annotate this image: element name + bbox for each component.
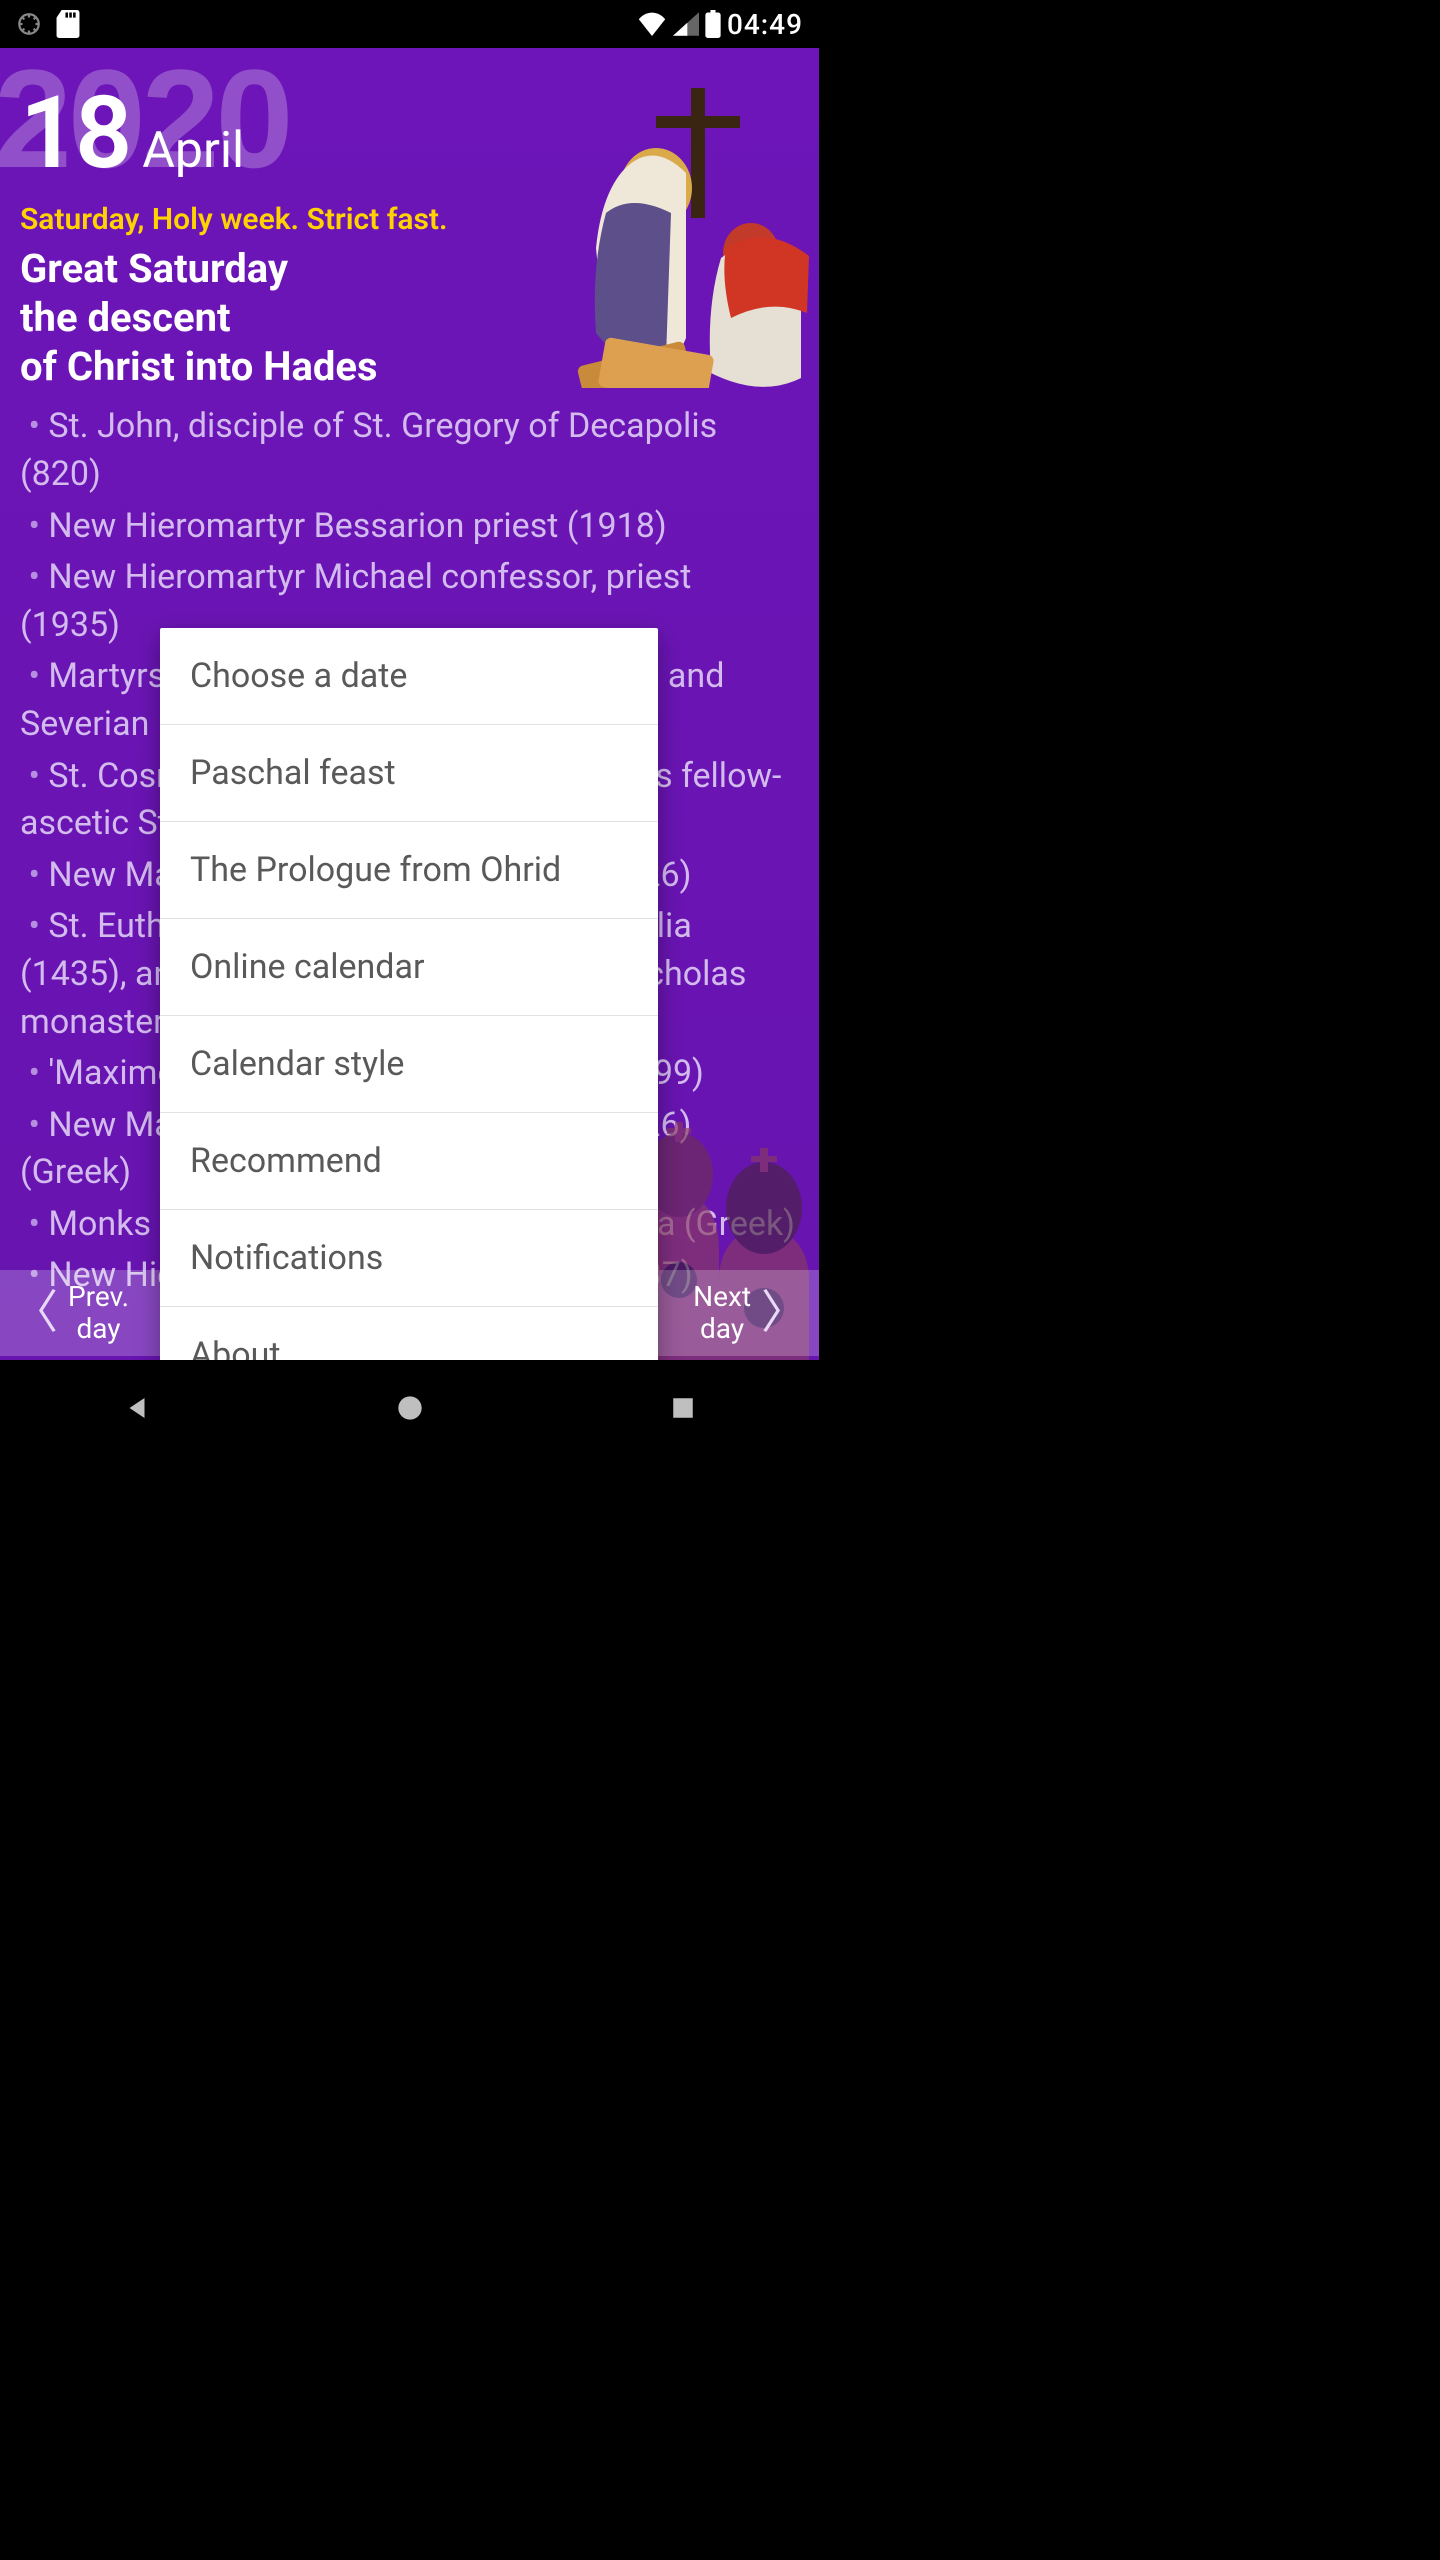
- menu-item-prologue[interactable]: The Prologue from Ohrid: [160, 822, 658, 919]
- menu-item-about[interactable]: About: [160, 1307, 658, 1360]
- battery-icon: [705, 10, 721, 38]
- status-time: 04:49: [727, 8, 803, 41]
- feast-title-line: Great Saturday: [20, 245, 799, 294]
- status-bar: 04:49: [0, 0, 819, 48]
- feast-title: Great Saturday the descent of Christ int…: [20, 245, 799, 391]
- list-item: • St. John, disciple of St. Gregory of D…: [20, 403, 799, 498]
- date-row: 18 April: [20, 84, 799, 184]
- menu-item-recommend[interactable]: Recommend: [160, 1113, 658, 1210]
- back-button[interactable]: [118, 1389, 156, 1427]
- status-left: [16, 10, 80, 38]
- home-button[interactable]: [391, 1389, 429, 1427]
- menu-item-paschal-feast[interactable]: Paschal feast: [160, 725, 658, 822]
- menu-item-calendar-style[interactable]: Calendar style: [160, 1016, 658, 1113]
- day-description: Saturday, Holy week. Strict fast.: [20, 202, 799, 237]
- menu-item-choose-date[interactable]: Choose a date: [160, 628, 658, 725]
- spinner-icon: [16, 11, 42, 37]
- feast-title-line: the descent: [20, 294, 799, 343]
- next-day-button[interactable]: Next day 〉: [649, 1270, 819, 1356]
- status-right: 04:49: [637, 8, 803, 41]
- chevron-right-icon: 〉: [761, 1287, 807, 1340]
- feast-title-line: of Christ into Hades: [20, 343, 799, 392]
- header: 18 April Saturday, Holy week. Strict fas…: [0, 48, 819, 391]
- sd-card-icon: [56, 10, 80, 38]
- day-number: 18: [20, 84, 130, 184]
- signal-icon: [673, 12, 699, 36]
- list-item: • New Hieromartyr Bessarion priest (1918…: [20, 503, 799, 551]
- prev-day-label: Prev. day: [68, 1281, 129, 1345]
- next-day-label: Next day: [693, 1281, 751, 1345]
- menu-item-notifications[interactable]: Notifications: [160, 1210, 658, 1307]
- options-menu: Choose a date Paschal feast The Prologue…: [160, 628, 658, 1360]
- app-viewport: 2020 18 April Saturday, Holy week. Stric…: [0, 48, 819, 1360]
- prev-day-button[interactable]: 〈 Prev. day: [0, 1270, 170, 1356]
- menu-item-online-calendar[interactable]: Online calendar: [160, 919, 658, 1016]
- wifi-icon: [637, 12, 667, 36]
- system-nav-bar: [0, 1360, 819, 1456]
- month-label: April: [142, 122, 244, 180]
- recents-button[interactable]: [664, 1389, 702, 1427]
- chevron-left-icon: 〈: [12, 1287, 58, 1340]
